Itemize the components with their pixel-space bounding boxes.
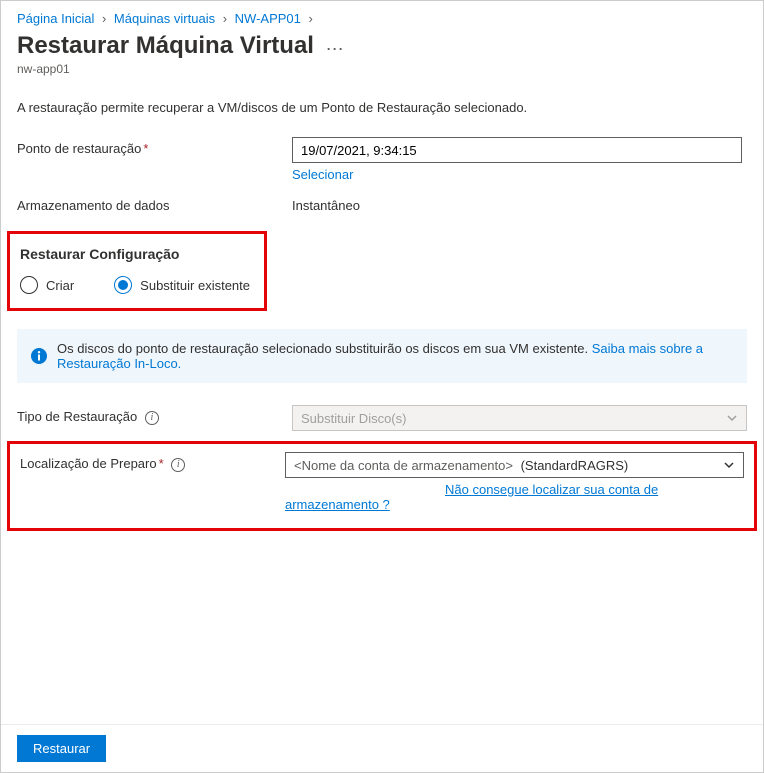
info-icon[interactable]: i xyxy=(171,458,185,472)
select-restore-point-link[interactable]: Selecionar xyxy=(292,167,353,182)
restore-type-select: Substituir Disco(s) xyxy=(292,405,747,431)
staging-extra: (StandardRAGRS) xyxy=(521,458,629,473)
cannot-find-storage-link[interactable]: Não consegue localizar sua conta de arma… xyxy=(285,482,658,512)
restore-type-value: Substituir Disco(s) xyxy=(301,411,406,426)
chevron-right-icon: › xyxy=(309,11,313,26)
data-storage-label: Armazenamento de dados xyxy=(17,194,292,213)
radio-selected-icon xyxy=(114,276,132,294)
data-storage-value: Instantâneo xyxy=(292,194,360,213)
required-icon: * xyxy=(143,141,148,156)
restore-config-title: Restaurar Configuração xyxy=(20,246,254,262)
restore-point-label: Ponto de restauração* xyxy=(17,137,292,156)
page-title: Restaurar Máquina Virtual xyxy=(17,32,314,60)
radio-create-label: Criar xyxy=(46,278,74,293)
breadcrumb-vm[interactable]: NW-APP01 xyxy=(235,11,301,26)
breadcrumb: Página Inicial › Máquinas virtuais › NW-… xyxy=(17,11,747,26)
staging-placeholder: <Nome da conta de armazenamento> xyxy=(294,458,513,473)
page-subtitle: nw-app01 xyxy=(17,62,747,76)
info-banner-text: Os discos do ponto de restauração seleci… xyxy=(57,341,592,356)
breadcrumb-home[interactable]: Página Inicial xyxy=(17,11,94,26)
info-banner: Os discos do ponto de restauração seleci… xyxy=(17,329,747,383)
radio-replace-label: Substituir existente xyxy=(140,278,250,293)
required-icon: * xyxy=(159,456,164,471)
restore-button[interactable]: Restaurar xyxy=(17,735,106,762)
footer: Restaurar xyxy=(1,724,763,772)
description-text: A restauração permite recuperar a VM/dis… xyxy=(17,100,747,115)
radio-icon xyxy=(20,276,38,294)
info-icon[interactable]: i xyxy=(145,411,159,425)
radio-replace-existing[interactable]: Substituir existente xyxy=(114,276,250,294)
radio-create[interactable]: Criar xyxy=(20,276,74,294)
restore-type-label: Tipo de Restauração i xyxy=(17,405,292,425)
more-actions-icon[interactable]: ⋯ xyxy=(326,39,344,59)
staging-location-section: Localização de Preparo* i <Nome da conta… xyxy=(7,441,757,531)
chevron-down-icon xyxy=(723,459,735,471)
staging-location-select[interactable]: <Nome da conta de armazenamento> (Standa… xyxy=(285,452,744,478)
restore-point-input[interactable] xyxy=(292,137,742,163)
chevron-right-icon: › xyxy=(102,11,106,26)
info-icon xyxy=(31,348,47,364)
chevron-right-icon: › xyxy=(223,11,227,26)
chevron-down-icon xyxy=(726,412,738,424)
staging-location-label: Localização de Preparo* i xyxy=(20,452,285,472)
restore-config-section: Restaurar Configuração Criar Substituir … xyxy=(7,231,267,311)
breadcrumb-vms[interactable]: Máquinas virtuais xyxy=(114,11,215,26)
